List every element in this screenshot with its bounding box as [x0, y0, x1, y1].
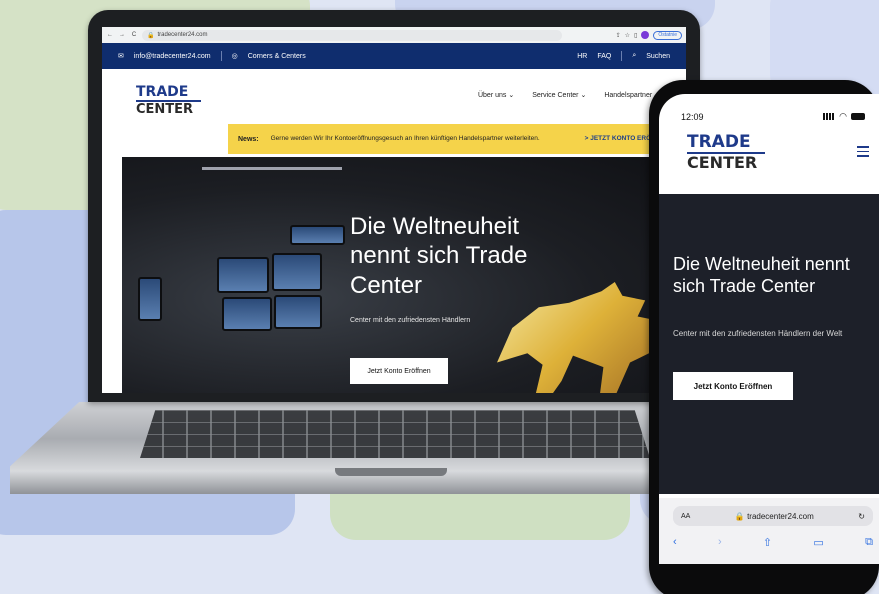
- logo-line-1: TRADE: [687, 132, 751, 152]
- laptop-screen-frame: ← → C 🔒 tradecenter24.com ⇪ ☆ ▯ Ostatnie…: [88, 10, 700, 402]
- back-icon[interactable]: ←: [106, 32, 114, 38]
- language-link[interactable]: HR: [577, 53, 587, 60]
- site-logo[interactable]: TRADE CENTER: [687, 134, 765, 171]
- browser-actions: ⇪ ☆ ▯ Ostatnie: [616, 30, 682, 40]
- trading-monitor: [222, 297, 272, 331]
- locations-link[interactable]: Corners & Centers: [248, 53, 306, 60]
- address-text: tradecenter24.com: [157, 32, 208, 38]
- browser-status-pill[interactable]: Ostatnie: [653, 30, 682, 40]
- email-link[interactable]: info@tradecenter24.com: [134, 53, 211, 60]
- reload-icon[interactable]: ↻: [858, 512, 865, 521]
- phone-frame: 12:09 ◠ TRADE CENTER Die Weltneuheit nen…: [649, 80, 879, 594]
- forward-icon[interactable]: ›: [718, 536, 722, 549]
- tabs-icon[interactable]: ⧉: [865, 536, 873, 549]
- star-icon[interactable]: ☆: [625, 32, 630, 39]
- signal-icon: [823, 113, 836, 120]
- trading-monitor: [138, 277, 162, 321]
- share-icon[interactable]: ⇪: [616, 32, 621, 39]
- wifi-icon: ◠: [839, 111, 847, 121]
- site-topbar: ✉ info@tradecenter24.com ◎ Corners & Cen…: [102, 43, 686, 69]
- logo-line-1: TRADE: [136, 84, 189, 100]
- forward-icon[interactable]: →: [118, 32, 126, 38]
- phone-site-header: TRADE CENTER: [659, 126, 879, 181]
- laptop-screen: ← → C 🔒 tradecenter24.com ⇪ ☆ ▯ Ostatnie…: [102, 27, 686, 393]
- search-icon[interactable]: ⌕: [632, 52, 636, 60]
- trading-monitor: [217, 257, 269, 293]
- search-link[interactable]: Suchen: [646, 53, 670, 60]
- site-logo[interactable]: TRADE CENTER: [136, 85, 201, 116]
- site-header: TRADE CENTER Über uns ⌄ Service Center ⌄…: [102, 69, 686, 124]
- menu-item-about[interactable]: Über uns ⌄: [478, 91, 514, 99]
- news-label: News:: [238, 135, 259, 143]
- lock-icon: 🔒: [147, 32, 155, 39]
- browser-toolbar: ← → C 🔒 tradecenter24.com ⇪ ☆ ▯ Ostatnie: [102, 27, 686, 43]
- address-bar[interactable]: AA 🔒 tradecenter24.com ↻: [673, 506, 873, 526]
- share-icon[interactable]: ⇧: [763, 536, 772, 549]
- text-size-button[interactable]: AA: [681, 513, 690, 520]
- wall-sign: [290, 225, 345, 245]
- battery-icon: [851, 113, 865, 120]
- reload-icon[interactable]: C: [130, 32, 138, 38]
- bookmarks-icon[interactable]: ▭: [813, 536, 823, 549]
- safari-nav: ‹ › ⇧ ▭ ⧉: [673, 536, 873, 549]
- phone-screen: 12:09 ◠ TRADE CENTER Die Weltneuheit nen…: [659, 94, 879, 564]
- hero-banner: Die Weltneuheit nennt sich Trade Center …: [122, 157, 686, 393]
- safari-toolbar: AA 🔒 tradecenter24.com ↻ ‹ › ⇧ ▭ ⧉: [659, 498, 879, 564]
- news-text: Gerne werden Wir Ihr Kontoeröffnungsgesu…: [270, 134, 540, 142]
- location-icon: ◎: [231, 53, 238, 60]
- hero-title: Die Weltneuheit nennt sich Trade Center: [673, 254, 850, 296]
- phone-status-bar: 12:09 ◠: [659, 94, 879, 126]
- logo-line-2: CENTER: [136, 102, 194, 117]
- trading-monitor: [272, 253, 322, 291]
- trading-monitor: [274, 295, 322, 329]
- menu-item-service[interactable]: Service Center ⌄: [532, 91, 586, 99]
- phone-hero: Die Weltneuheit nennt sich Trade Center …: [659, 194, 879, 494]
- divider: [621, 51, 623, 61]
- laptop-notch: [335, 468, 447, 476]
- address-text: 🔒 tradecenter24.com: [734, 511, 814, 521]
- back-icon[interactable]: ‹: [673, 536, 677, 549]
- open-account-button[interactable]: Jetzt Konto Eröffnen: [350, 358, 448, 384]
- hero-title: Die Weltneuheit nennt sich Trade Center: [350, 213, 528, 299]
- sidebar-icon[interactable]: ▯: [634, 32, 637, 39]
- open-account-button[interactable]: Jetzt Konto Eröffnen: [673, 372, 793, 400]
- divider: [220, 51, 222, 61]
- hero-subtitle: Center mit den zufriedensten Händlern: [350, 317, 471, 324]
- main-menu: Über uns ⌄ Service Center ⌄ Handelspartn…: [478, 91, 660, 99]
- phone-time: 12:09: [681, 112, 704, 122]
- profile-avatar[interactable]: [641, 31, 650, 39]
- laptop-keyboard-rows: [140, 410, 650, 458]
- menu-icon[interactable]: [857, 146, 869, 160]
- logo-line-2: CENTER: [687, 153, 758, 172]
- ceiling-light: [202, 167, 342, 170]
- hero-subtitle: Center mit den zufriedensten Händlern de…: [673, 329, 843, 338]
- faq-link[interactable]: FAQ: [597, 53, 611, 60]
- address-bar[interactable]: 🔒 tradecenter24.com: [142, 29, 562, 41]
- mail-icon: ✉: [118, 53, 124, 60]
- news-ribbon: News: Gerne werden Wir Ihr Kontoeröffnun…: [228, 124, 686, 154]
